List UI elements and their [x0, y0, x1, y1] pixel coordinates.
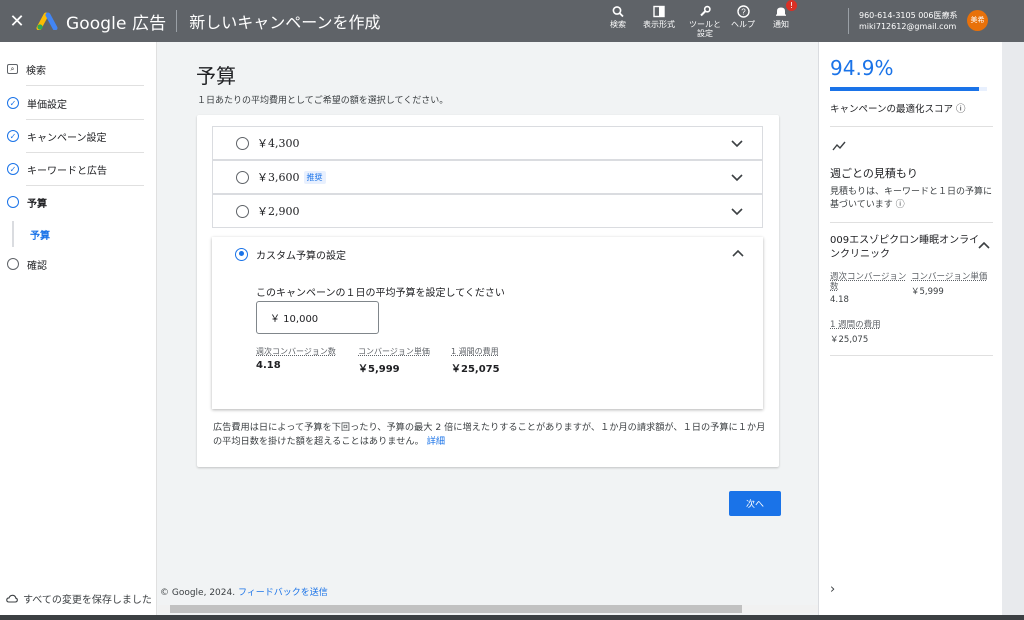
- optimization-score: 94.9%: [830, 56, 894, 80]
- stat-cost-per-conversion: コンバージョン単価 ￥5,999: [358, 347, 430, 375]
- check-circle-icon: ✓: [7, 130, 19, 142]
- stat-weekly-conversions: 週次コンバージョン数 4.18: [256, 347, 336, 371]
- search-box-icon: ⌕: [7, 64, 18, 74]
- taskbar-edge: [0, 615, 1024, 620]
- daily-budget-input[interactable]: ￥ 10,000: [256, 301, 379, 334]
- chevron-down-icon[interactable]: [730, 170, 744, 184]
- next-button[interactable]: 次へ: [729, 491, 781, 516]
- radio-button[interactable]: [236, 170, 249, 184]
- campaign-name: 009エスゾピクロン睡眠オンラインクリニック: [830, 235, 980, 260]
- horizontal-scrollbar-thumb[interactable]: [170, 605, 742, 613]
- custom-budget-label: カスタム予算の設定: [256, 250, 346, 262]
- search-button[interactable]: 検索: [603, 0, 633, 42]
- nav-item-review[interactable]: 確認: [0, 254, 157, 274]
- section-title: 予算: [196, 64, 236, 88]
- budget-amount: ￥2,900: [257, 205, 300, 218]
- budget-card: ￥4,300 ￥3,600 推奨 ￥2,900 カスタム予算の設定 このキャンペ…: [197, 115, 779, 467]
- save-status: すべての変更を保存しました: [6, 591, 152, 606]
- nav-item-search[interactable]: ⌕ 検索: [0, 59, 157, 79]
- footer: © Google, 2024. フィードバックを送信: [160, 588, 328, 598]
- chevron-up-icon[interactable]: [977, 240, 991, 250]
- help-button[interactable]: ? ヘルプ: [727, 0, 759, 42]
- custom-budget-question: このキャンペーンの１日の平均予算を設定してください: [256, 288, 505, 299]
- nav-item-bidding[interactable]: ✓ 単価設定: [0, 93, 157, 113]
- rp-stat-weekly-cost: 1 週間の費用 ￥25,075: [830, 320, 881, 345]
- display-mode-button[interactable]: 表示形式: [637, 0, 681, 42]
- feedback-link[interactable]: フィードバックを送信: [238, 588, 328, 598]
- pending-step-circle-icon: [7, 258, 19, 270]
- tools-settings-button[interactable]: ツールと 設定: [683, 0, 727, 42]
- svg-text:?: ?: [741, 8, 746, 17]
- rp-stat-cost-per-conversion: コンバージョン単価 ￥5,999: [911, 272, 988, 297]
- section-subtitle: １日あたりの平均費用としてご希望の額を選択してください。: [197, 96, 449, 106]
- chevron-up-icon[interactable]: [731, 247, 745, 261]
- optimization-score-bar: [830, 87, 987, 91]
- account-info[interactable]: 960-614-3105 006医療系 miki712612@gmail.com: [859, 10, 957, 32]
- recommended-badge: 推奨: [303, 170, 326, 184]
- main-content: 予算 １日あたりの平均費用としてご希望の額を選択してください。 ￥4,300 ￥…: [158, 42, 818, 620]
- radio-button-selected[interactable]: [235, 247, 248, 261]
- notification-badge: !: [786, 0, 797, 11]
- weekly-estimates-title: 週ごとの見積もり: [830, 167, 918, 180]
- nav-item-keywords-ads[interactable]: ✓ キーワードと広告: [0, 159, 157, 179]
- account-email: miki712612@gmail.com: [859, 22, 957, 31]
- page-title: 新しいキャンペーンを作成: [189, 13, 381, 32]
- brand-name: Google 広告: [66, 13, 167, 34]
- trending-up-icon: [832, 141, 846, 151]
- display-icon: [653, 5, 665, 18]
- nav-subitem-budget[interactable]: 予算: [0, 224, 157, 244]
- check-circle-icon: ✓: [7, 163, 19, 175]
- step-navigation: ⌕ 検索 ✓ 単価設定 ✓ キャンペーン設定 ✓ キーワードと広告 予算 予算 …: [0, 42, 157, 620]
- budget-option-3[interactable]: ￥2,900: [212, 194, 763, 228]
- check-circle-icon: ✓: [7, 97, 19, 109]
- custom-budget-option[interactable]: カスタム予算の設定: [212, 237, 763, 271]
- top-app-bar: ✕ Google 広告 新しいキャンペーンを作成 検索 表示形式 ツールと 設定…: [0, 0, 1024, 42]
- current-step-circle-icon: [7, 196, 19, 208]
- optimization-score-label: キャンペーンの最適化スコア ⓘ: [830, 104, 966, 115]
- stat-weekly-cost: 1 週間の費用 ￥25,075: [451, 347, 500, 375]
- radio-button[interactable]: [236, 136, 249, 150]
- estimates-panel: 94.9% キャンペーンの最適化スコア ⓘ 週ごとの見積もり 見積もりは、キーワ…: [818, 42, 1002, 620]
- notifications-button[interactable]: ! 通知: [767, 0, 797, 42]
- chevron-right-icon[interactable]: ›: [830, 582, 835, 597]
- chevron-down-icon[interactable]: [730, 136, 744, 150]
- close-icon[interactable]: ✕: [2, 11, 32, 32]
- nav-item-budget[interactable]: 予算: [0, 192, 157, 212]
- budget-option-1[interactable]: ￥4,300: [212, 126, 763, 160]
- help-icon: ?: [736, 5, 750, 18]
- rp-stat-weekly-conversions: 週次コンバージョン数 4.18: [830, 272, 907, 305]
- nav-item-campaign-settings[interactable]: ✓ キャンペーン設定: [0, 126, 157, 146]
- chevron-down-icon[interactable]: [730, 204, 744, 218]
- details-link[interactable]: 詳細: [427, 436, 445, 447]
- customer-id: 960-614-3105 006医療系: [859, 11, 958, 20]
- weekly-estimates-note: 見積もりは、キーワードと１日の予算に基づいています ⓘ: [830, 187, 993, 210]
- budget-amount: ￥3,600: [257, 171, 300, 184]
- radio-button[interactable]: [236, 204, 249, 218]
- search-icon: [612, 6, 624, 18]
- toolbar-actions: 検索 表示形式 ツールと 設定 ? ヘルプ ! 通知: [603, 0, 797, 42]
- budget-amount: ￥4,300: [257, 137, 300, 150]
- custom-budget-panel: カスタム予算の設定 このキャンペーンの１日の平均予算を設定してください ￥ 10…: [212, 237, 763, 409]
- google-ads-logo-icon: [36, 12, 58, 30]
- budget-option-2[interactable]: ￥3,600 推奨: [212, 160, 763, 194]
- cloud-done-icon: [6, 594, 18, 603]
- avatar[interactable]: 美希: [967, 10, 988, 31]
- optimization-score-fill: [830, 87, 979, 91]
- budget-note: 広告費用は日によって予算を下回ったり、予算の最大 2 倍に増えたりすることがあり…: [213, 422, 766, 447]
- wrench-icon: [700, 5, 711, 17]
- background-window: [1002, 42, 1024, 620]
